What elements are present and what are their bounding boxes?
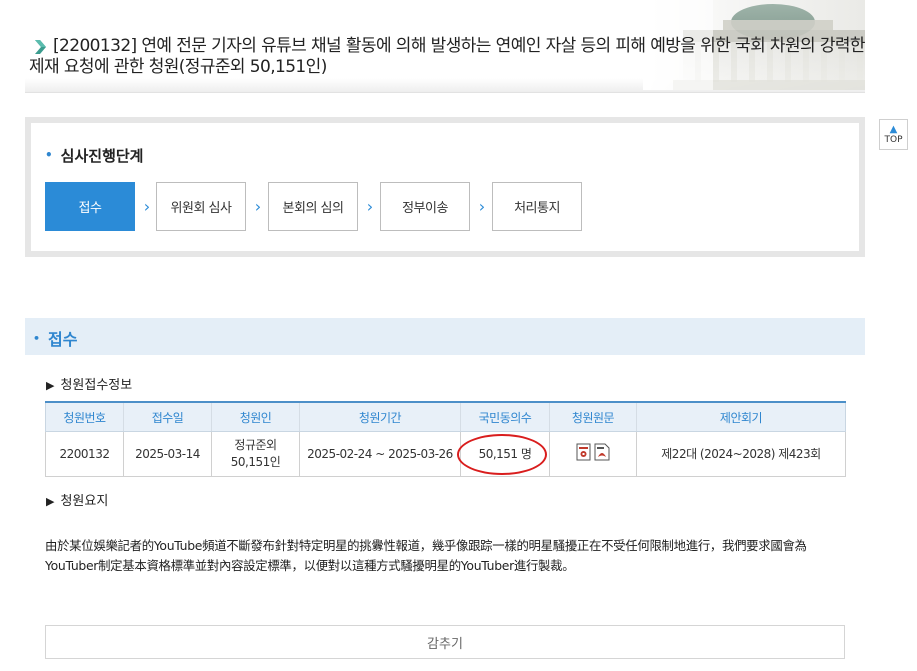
header-petition-period: 청원기간	[299, 401, 461, 432]
bullet-icon: •	[33, 332, 41, 345]
triangle-right-icon: ▶	[46, 379, 55, 392]
hwp-file-icon[interactable]	[576, 443, 592, 466]
header-petitioner: 청원인	[211, 401, 300, 432]
page-header: [2200132] 연예 전문 기자의 유튜브 채널 활동에 의해 발생하는 연…	[25, 0, 866, 93]
receipt-info-heading: ▶ 청원접수정보	[46, 378, 133, 393]
step-plenary-deliberation: 본회의 심의	[268, 182, 358, 231]
petition-summary-text: 由於某位娛樂記者的YouTube頻道不斷發布針對特定明星的挑釁性報道，幾乎像跟踪…	[45, 538, 807, 573]
chevron-right-icon: ›	[143, 196, 151, 216]
chevron-right-icon: ›	[254, 196, 262, 216]
section-header: • 접수	[25, 318, 865, 355]
page-title: [2200132] 연예 전문 기자의 유튜브 채널 활동에 의해 발생하는 연…	[29, 36, 866, 77]
triangle-right-icon: ▶	[46, 495, 55, 508]
step-notification: 처리통지	[492, 182, 582, 231]
section-title: • 접수	[33, 330, 78, 349]
collapse-button[interactable]: 감추기	[45, 625, 845, 659]
stage-heading: • 심사진행단계	[45, 147, 144, 165]
cell-session: 제22대 (2024~2028) 제423회	[636, 431, 846, 477]
table-row: 2200132 2025-03-14 정규준외 50,151인 2025-02-…	[45, 431, 846, 477]
agree-count-value: 50,151 명	[478, 446, 532, 461]
header-original-text: 청원원문	[549, 401, 637, 432]
scroll-top-button[interactable]: ▲ TOP	[879, 119, 908, 150]
top-label: TOP	[884, 134, 903, 145]
bullet-icon: •	[45, 148, 53, 162]
chevron-right-icon: ›	[478, 196, 486, 216]
arrow-up-icon: ▲	[889, 123, 898, 135]
header-receipt-date: 접수일	[123, 401, 212, 432]
header-session: 제안회기	[636, 401, 846, 432]
cell-receipt-date: 2025-03-14	[123, 431, 212, 477]
header-petition-number: 청원번호	[45, 401, 124, 432]
receipt-info-table: 청원번호 접수일 청원인 청원기간 국민동의수 청원원문 제안회기 220013…	[45, 401, 846, 477]
step-committee-review: 위원회 심사	[156, 182, 246, 231]
stage-steps: 접수 › 위원회 심사 › 본회의 심의 › 정부이송 › 처리통지	[45, 182, 845, 232]
step-received: 접수	[45, 182, 135, 231]
cell-original-text	[549, 431, 637, 477]
review-stage-panel: • 심사진행단계 접수 › 위원회 심사 › 본회의 심의 › 정부이송 › 처리…	[25, 117, 865, 257]
cell-agree-count: 50,151 명	[457, 431, 550, 477]
cell-petition-number: 2200132	[45, 431, 124, 477]
cell-petitioner: 정규준외 50,151인	[211, 431, 300, 477]
cell-petition-period: 2025-02-24 ~ 2025-03-26	[299, 431, 461, 477]
header-agree-count: 국민동의수	[460, 401, 550, 432]
summary-heading: ▶ 청원요지	[46, 494, 109, 509]
table-header-row: 청원번호 접수일 청원인 청원기간 국민동의수 청원원문 제안회기	[45, 401, 846, 432]
chevron-right-icon: ›	[366, 196, 374, 216]
step-government-transfer: 정부이송	[380, 182, 470, 231]
pdf-file-icon[interactable]	[594, 443, 610, 466]
